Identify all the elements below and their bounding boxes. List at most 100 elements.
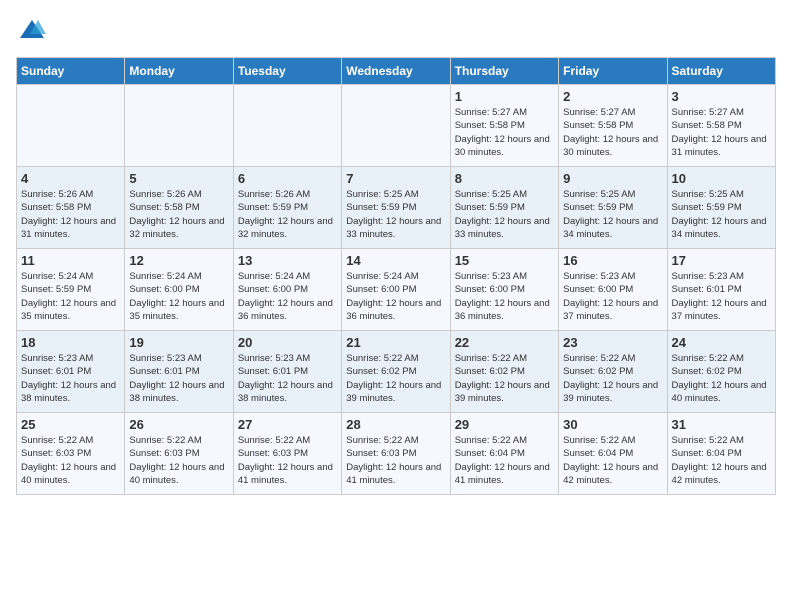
- calendar-day-cell: 14Sunrise: 5:24 AM Sunset: 6:00 PM Dayli…: [342, 249, 450, 331]
- calendar-day-cell: [233, 85, 341, 167]
- day-number: 17: [672, 253, 771, 268]
- day-detail: Sunrise: 5:24 AM Sunset: 6:00 PM Dayligh…: [129, 270, 228, 323]
- calendar-body: 1 Sunrise: 5:27 AM Sunset: 5:58 PM Daylig…: [17, 85, 776, 495]
- day-number: 24: [672, 335, 771, 350]
- day-number: 21: [346, 335, 445, 350]
- day-detail: Sunrise: 5:25 AM Sunset: 5:59 PM Dayligh…: [672, 188, 771, 241]
- day-number: 13: [238, 253, 337, 268]
- day-detail: Sunrise: 5:22 AM Sunset: 6:03 PM Dayligh…: [346, 434, 445, 487]
- day-detail: Sunrise: 5:25 AM Sunset: 5:59 PM Dayligh…: [563, 188, 662, 241]
- day-detail: Sunrise: 5:22 AM Sunset: 6:04 PM Dayligh…: [455, 434, 554, 487]
- day-number: 30: [563, 417, 662, 432]
- day-number: 2: [563, 89, 662, 104]
- calendar-header-cell: Thursday: [450, 58, 558, 85]
- calendar-day-cell: 29 Sunrise: 5:22 AM Sunset: 6:04 PM Dayli…: [450, 413, 558, 495]
- day-number: 6: [238, 171, 337, 186]
- day-number: 31: [672, 417, 771, 432]
- day-detail: Sunrise: 5:25 AM Sunset: 5:59 PM Dayligh…: [346, 188, 445, 241]
- calendar-header-cell: Wednesday: [342, 58, 450, 85]
- calendar-day-cell: 31 Sunrise: 5:22 AM Sunset: 6:04 PM Dayli…: [667, 413, 775, 495]
- calendar-week-row: 25 Sunrise: 5:22 AM Sunset: 6:03 PM Dayli…: [17, 413, 776, 495]
- calendar-day-cell: 13 Sunrise: 5:24 AM Sunset: 6:00 PM Dayli…: [233, 249, 341, 331]
- calendar-day-cell: 22 Sunrise: 5:22 AM Sunset: 6:02 PM Dayli…: [450, 331, 558, 413]
- calendar-day-cell: 15 Sunrise: 5:23 AM Sunset: 6:00 PM Dayli…: [450, 249, 558, 331]
- day-number: 27: [238, 417, 337, 432]
- calendar-header-cell: Tuesday: [233, 58, 341, 85]
- day-detail: Sunrise: 5:26 AM Sunset: 5:59 PM Dayligh…: [238, 188, 337, 241]
- day-detail: Sunrise: 5:22 AM Sunset: 6:04 PM Dayligh…: [672, 434, 771, 487]
- calendar-day-cell: 9 Sunrise: 5:25 AM Sunset: 5:59 PM Daylig…: [559, 167, 667, 249]
- calendar-day-cell: [342, 85, 450, 167]
- calendar-week-row: 4 Sunrise: 5:26 AM Sunset: 5:58 PM Daylig…: [17, 167, 776, 249]
- calendar-day-cell: 30 Sunrise: 5:22 AM Sunset: 6:04 PM Dayli…: [559, 413, 667, 495]
- calendar-day-cell: 4 Sunrise: 5:26 AM Sunset: 5:58 PM Daylig…: [17, 167, 125, 249]
- day-number: 15: [455, 253, 554, 268]
- day-detail: Sunrise: 5:23 AM Sunset: 6:00 PM Dayligh…: [455, 270, 554, 323]
- calendar-day-cell: 12 Sunrise: 5:24 AM Sunset: 6:00 PM Dayli…: [125, 249, 233, 331]
- day-number: 3: [672, 89, 771, 104]
- calendar-day-cell: 19 Sunrise: 5:23 AM Sunset: 6:01 PM Dayli…: [125, 331, 233, 413]
- calendar-day-cell: [125, 85, 233, 167]
- day-detail: Sunrise: 5:24 AM Sunset: 5:59 PM Dayligh…: [21, 270, 120, 323]
- day-detail: Sunrise: 5:27 AM Sunset: 5:58 PM Dayligh…: [672, 106, 771, 159]
- day-detail: Sunrise: 5:22 AM Sunset: 6:04 PM Dayligh…: [563, 434, 662, 487]
- day-detail: Sunrise: 5:23 AM Sunset: 6:01 PM Dayligh…: [238, 352, 337, 405]
- day-detail: Sunrise: 5:26 AM Sunset: 5:58 PM Dayligh…: [129, 188, 228, 241]
- day-number: 12: [129, 253, 228, 268]
- day-number: 7: [346, 171, 445, 186]
- calendar-day-cell: 6 Sunrise: 5:26 AM Sunset: 5:59 PM Daylig…: [233, 167, 341, 249]
- day-number: 10: [672, 171, 771, 186]
- day-detail: Sunrise: 5:22 AM Sunset: 6:02 PM Dayligh…: [563, 352, 662, 405]
- day-number: 1: [455, 89, 554, 104]
- day-detail: Sunrise: 5:27 AM Sunset: 5:58 PM Dayligh…: [563, 106, 662, 159]
- calendar-header-cell: Friday: [559, 58, 667, 85]
- calendar-day-cell: 25Sunrise: 5:22 AM Sunset: 6:03 PM Dayli…: [17, 413, 125, 495]
- calendar-day-cell: 27Sunrise: 5:22 AM Sunset: 6:03 PM Dayli…: [233, 413, 341, 495]
- day-detail: Sunrise: 5:24 AM Sunset: 6:00 PM Dayligh…: [238, 270, 337, 323]
- calendar-week-row: 18 Sunrise: 5:23 AM Sunset: 6:01 PM Dayli…: [17, 331, 776, 413]
- day-number: 11: [21, 253, 120, 268]
- day-detail: Sunrise: 5:23 AM Sunset: 6:00 PM Dayligh…: [563, 270, 662, 323]
- calendar-day-cell: 3 Sunrise: 5:27 AM Sunset: 5:58 PM Daylig…: [667, 85, 775, 167]
- calendar-day-cell: 17Sunrise: 5:23 AM Sunset: 6:01 PM Dayli…: [667, 249, 775, 331]
- calendar-day-cell: 21Sunrise: 5:22 AM Sunset: 6:02 PM Dayli…: [342, 331, 450, 413]
- calendar-day-cell: 10 Sunrise: 5:25 AM Sunset: 5:59 PM Dayli…: [667, 167, 775, 249]
- calendar-day-cell: 7 Sunrise: 5:25 AM Sunset: 5:59 PM Daylig…: [342, 167, 450, 249]
- day-number: 9: [563, 171, 662, 186]
- day-number: 4: [21, 171, 120, 186]
- calendar-header-cell: Sunday: [17, 58, 125, 85]
- day-number: 22: [455, 335, 554, 350]
- calendar-day-cell: 24 Sunrise: 5:22 AM Sunset: 6:02 PM Dayli…: [667, 331, 775, 413]
- day-detail: Sunrise: 5:24 AM Sunset: 6:00 PM Dayligh…: [346, 270, 445, 323]
- day-detail: Sunrise: 5:22 AM Sunset: 6:03 PM Dayligh…: [129, 434, 228, 487]
- day-detail: Sunrise: 5:23 AM Sunset: 6:01 PM Dayligh…: [129, 352, 228, 405]
- calendar-week-row: 1 Sunrise: 5:27 AM Sunset: 5:58 PM Daylig…: [17, 85, 776, 167]
- calendar-day-cell: 2 Sunrise: 5:27 AM Sunset: 5:58 PM Daylig…: [559, 85, 667, 167]
- calendar-day-cell: [17, 85, 125, 167]
- day-detail: Sunrise: 5:22 AM Sunset: 6:02 PM Dayligh…: [672, 352, 771, 405]
- calendar-day-cell: 26Sunrise: 5:22 AM Sunset: 6:03 PM Dayli…: [125, 413, 233, 495]
- calendar-day-cell: 11 Sunrise: 5:24 AM Sunset: 5:59 PM Dayli…: [17, 249, 125, 331]
- day-detail: Sunrise: 5:27 AM Sunset: 5:58 PM Dayligh…: [455, 106, 554, 159]
- day-number: 25: [21, 417, 120, 432]
- day-detail: Sunrise: 5:22 AM Sunset: 6:02 PM Dayligh…: [455, 352, 554, 405]
- day-number: 29: [455, 417, 554, 432]
- calendar-day-cell: 28Sunrise: 5:22 AM Sunset: 6:03 PM Dayli…: [342, 413, 450, 495]
- day-detail: Sunrise: 5:26 AM Sunset: 5:58 PM Dayligh…: [21, 188, 120, 241]
- calendar-day-cell: 18Sunrise: 5:23 AM Sunset: 6:01 PM Dayli…: [17, 331, 125, 413]
- day-number: 5: [129, 171, 228, 186]
- day-number: 23: [563, 335, 662, 350]
- calendar-header-cell: Saturday: [667, 58, 775, 85]
- day-number: 18: [21, 335, 120, 350]
- calendar-day-cell: 5 Sunrise: 5:26 AM Sunset: 5:58 PM Daylig…: [125, 167, 233, 249]
- day-number: 20: [238, 335, 337, 350]
- calendar-week-row: 11 Sunrise: 5:24 AM Sunset: 5:59 PM Dayli…: [17, 249, 776, 331]
- day-number: 16: [563, 253, 662, 268]
- logo: [16, 16, 46, 49]
- day-detail: Sunrise: 5:25 AM Sunset: 5:59 PM Dayligh…: [455, 188, 554, 241]
- calendar-day-cell: 20 Sunrise: 5:23 AM Sunset: 6:01 PM Dayli…: [233, 331, 341, 413]
- calendar-header-cell: Monday: [125, 58, 233, 85]
- calendar-table: SundayMondayTuesdayWednesdayThursdayFrid…: [16, 57, 776, 495]
- logo-icon: [18, 16, 46, 44]
- day-number: 19: [129, 335, 228, 350]
